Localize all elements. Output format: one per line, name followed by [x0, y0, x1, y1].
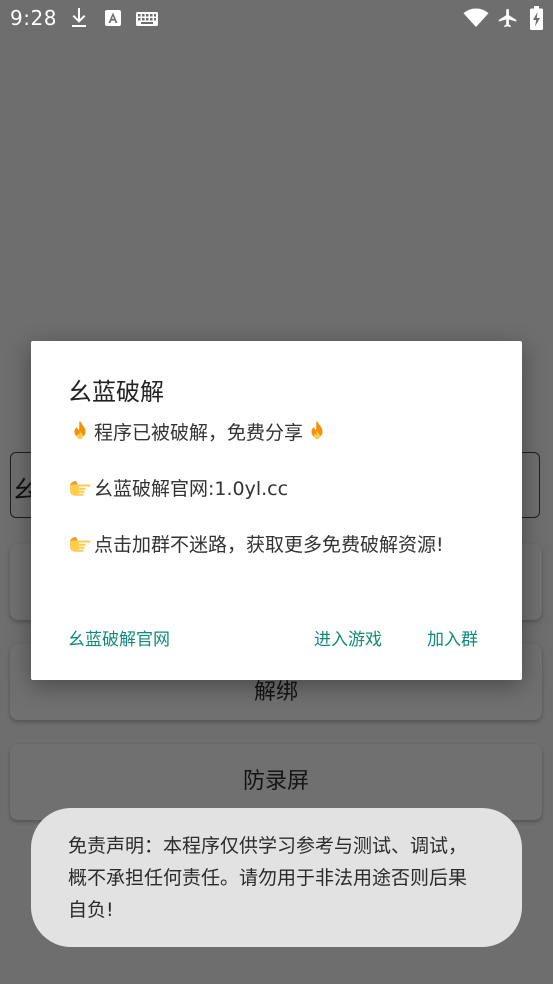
keyboard-icon	[136, 11, 158, 30]
dialog-message: 程序已被破解，免费分享 幺蓝破解官网:1.0yl.cc 点击加群不迷路，获取更多…	[68, 419, 488, 559]
anti-record-button-label: 防录屏	[242, 769, 309, 794]
pointing-hand-icon	[68, 531, 92, 555]
message-line2-text: 幺蓝破解官网:1.0yl.cc	[94, 478, 289, 500]
dialog-title: 幺蓝破解	[68, 378, 164, 406]
fire-icon	[305, 419, 329, 443]
join-group-button[interactable]: 加入群	[427, 625, 478, 650]
disclaimer-text: 免责声明：本程序仅供学习参考与测试、调试，概不承担任何责任。请勿用于非法用途否则…	[68, 835, 468, 921]
website-button[interactable]: 幺蓝破解官网	[68, 625, 170, 650]
fire-icon	[68, 419, 92, 443]
airplane-icon	[497, 7, 519, 33]
status-bar: 9:28	[0, 0, 553, 38]
message-line1-text: 程序已被破解，免费分享	[94, 422, 304, 444]
wifi-icon	[463, 8, 489, 32]
message-line3-text: 点击加群不迷路，获取更多免费破解资源!	[94, 534, 444, 556]
disclaimer-toast: 免责声明：本程序仅供学习参考与测试、调试，概不承担任何责任。请勿用于非法用途否则…	[31, 808, 522, 947]
message-line-website: 幺蓝破解官网:1.0yl.cc	[68, 475, 488, 503]
message-line-join-group: 点击加群不迷路，获取更多免费破解资源!	[68, 531, 488, 559]
enter-game-button[interactable]: 进入游戏	[314, 625, 382, 650]
alert-dialog: 幺蓝破解 程序已被破解，免费分享 幺蓝破解官网:1.0yl.cc 点击加群不迷路…	[31, 341, 522, 680]
pointing-hand-icon	[68, 475, 92, 499]
message-line-cracked: 程序已被破解，免费分享	[68, 419, 488, 447]
text-a-icon	[104, 9, 122, 31]
battery-charging-icon	[530, 6, 543, 34]
download-icon	[70, 7, 88, 33]
clock: 9:28	[10, 6, 57, 30]
